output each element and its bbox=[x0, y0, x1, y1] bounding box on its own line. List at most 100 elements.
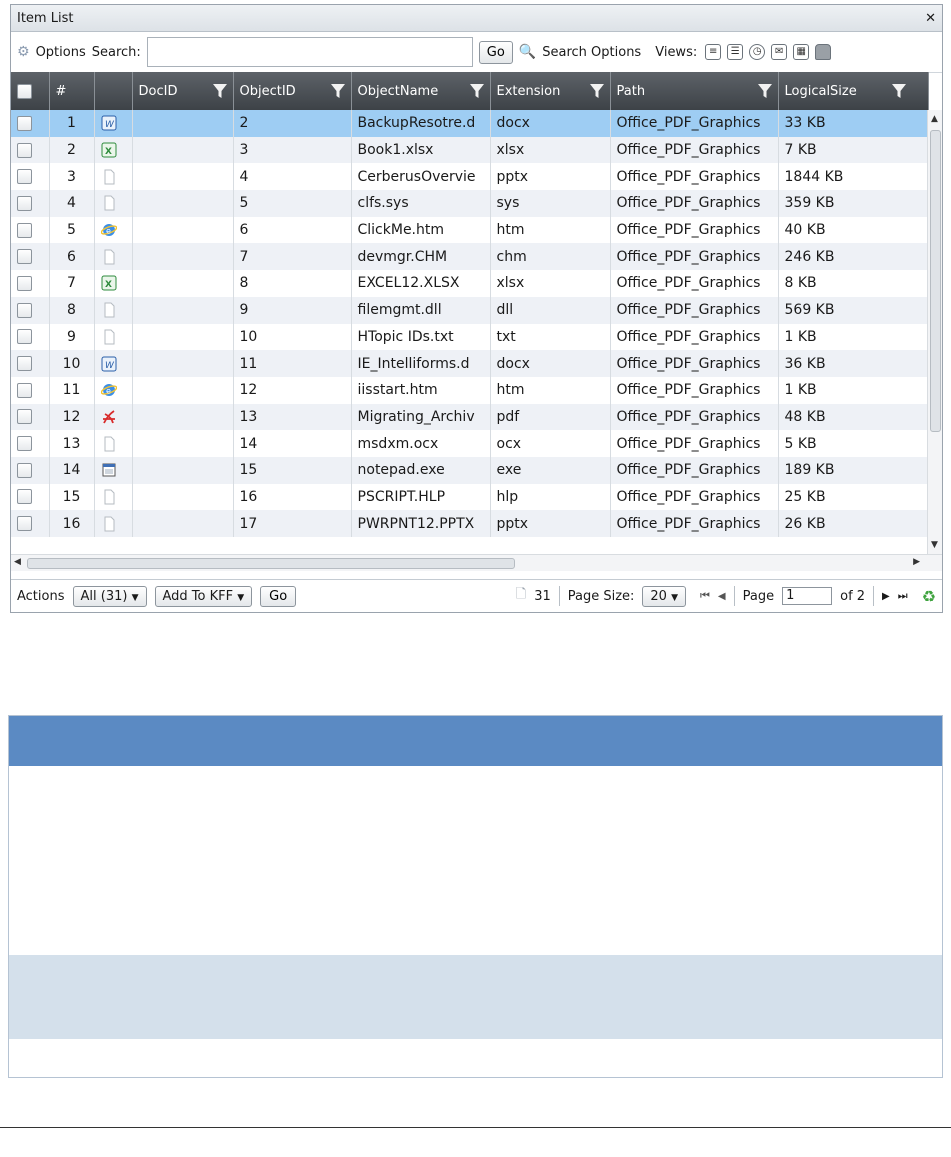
chevron-down-icon: ▼ bbox=[671, 593, 678, 603]
row-checkbox[interactable] bbox=[17, 116, 32, 131]
thumbnail-view-icon[interactable]: ▦ bbox=[793, 44, 809, 60]
column-header-docid[interactable]: DocID bbox=[132, 72, 233, 110]
next-page-icon[interactable]: ▶ bbox=[882, 591, 890, 602]
path-cell: Office_PDF_Graphics bbox=[610, 324, 778, 351]
column-header-path[interactable]: Path bbox=[610, 72, 778, 110]
vertical-scroll-thumb[interactable] bbox=[930, 130, 941, 432]
row-checkbox-cell[interactable] bbox=[11, 270, 49, 297]
table-row[interactable]: 16 17 PWRPNT12.PPTX pptx Office_PDF_Graphics… bbox=[11, 510, 928, 537]
file-type-cell bbox=[94, 190, 132, 217]
row-checkbox[interactable] bbox=[17, 249, 32, 264]
column-header-logicalsize[interactable]: LogicalSize bbox=[778, 72, 928, 110]
column-header-extension[interactable]: Extension bbox=[490, 72, 610, 110]
scroll-left-icon[interactable]: ◀ bbox=[14, 557, 21, 567]
row-checkbox[interactable] bbox=[17, 329, 32, 344]
first-page-icon[interactable]: ⏮ bbox=[700, 589, 710, 603]
row-checkbox-cell[interactable] bbox=[11, 137, 49, 164]
row-checkbox-cell[interactable] bbox=[11, 324, 49, 351]
row-checkbox[interactable] bbox=[17, 276, 32, 291]
table-row[interactable]: 2 X 3 Book1.xlsx xlsx Office_PDF_Graphics 7 KB bbox=[11, 137, 928, 164]
search-options-icon[interactable]: 🔍 bbox=[519, 44, 536, 60]
row-checkbox[interactable] bbox=[17, 196, 32, 211]
row-checkbox[interactable] bbox=[17, 436, 32, 451]
row-checkbox[interactable] bbox=[17, 516, 32, 531]
scope-dropdown[interactable]: All (31) ▼ bbox=[73, 586, 147, 607]
detail-view-icon[interactable]: ☰ bbox=[727, 44, 743, 60]
table-row[interactable]: 11 e 12 iisstart.htm htm Office_PDF_Graphics 1… bbox=[11, 377, 928, 404]
extension-filter-icon[interactable] bbox=[590, 83, 604, 99]
table-row[interactable]: 14 15 notepad.exe exe Office_PDF_Graphics 189… bbox=[11, 457, 928, 484]
row-checkbox-cell[interactable] bbox=[11, 377, 49, 404]
row-checkbox[interactable] bbox=[17, 303, 32, 318]
select-all-checkbox[interactable] bbox=[17, 84, 32, 99]
row-checkbox-cell[interactable] bbox=[11, 297, 49, 324]
horizontal-scrollbar[interactable]: ◀ ▶ bbox=[11, 554, 942, 571]
table-row[interactable]: 3 4 CerberusOvervie pptx Office_PDF_Graphics… bbox=[11, 163, 928, 190]
column-header-objectid[interactable]: ObjectID bbox=[233, 72, 351, 110]
table-row[interactable]: 1 W 2 BackupResotre.d docx Office_PDF_Graphic… bbox=[11, 110, 928, 137]
row-checkbox-cell[interactable] bbox=[11, 510, 49, 537]
database-view-icon[interactable] bbox=[815, 44, 831, 60]
row-checkbox[interactable] bbox=[17, 223, 32, 238]
options-icon[interactable]: ⚙ bbox=[17, 44, 30, 60]
row-checkbox-cell[interactable] bbox=[11, 110, 49, 137]
row-checkbox-cell[interactable] bbox=[11, 404, 49, 431]
table-row[interactable]: 6 7 devmgr.CHM chm Office_PDF_Graphics 246 KB bbox=[11, 243, 928, 270]
page-size-dropdown[interactable]: 20 ▼ bbox=[642, 586, 686, 607]
refresh-icon[interactable]: ♻ bbox=[922, 587, 936, 606]
row-checkbox-cell[interactable] bbox=[11, 190, 49, 217]
scroll-up-icon[interactable]: ▲ bbox=[931, 114, 938, 124]
path-cell: Office_PDF_Graphics bbox=[610, 350, 778, 377]
file-type-cell: W bbox=[94, 350, 132, 377]
row-checkbox[interactable] bbox=[17, 143, 32, 158]
row-checkbox[interactable] bbox=[17, 169, 32, 184]
actions-go-button[interactable]: Go bbox=[260, 586, 296, 607]
table-row[interactable]: 8 9 filemgmt.dll dll Office_PDF_Graphics 569 … bbox=[11, 297, 928, 324]
row-checkbox-cell[interactable] bbox=[11, 243, 49, 270]
options-button[interactable]: Options bbox=[36, 45, 86, 60]
email-view-icon[interactable]: ✉ bbox=[771, 44, 787, 60]
search-input[interactable] bbox=[147, 37, 473, 67]
row-checkbox-cell[interactable] bbox=[11, 484, 49, 511]
search-options-button[interactable]: Search Options bbox=[542, 45, 641, 60]
path-filter-icon[interactable] bbox=[758, 83, 772, 99]
select-all-column[interactable] bbox=[11, 72, 49, 110]
docid-filter-icon[interactable] bbox=[213, 83, 227, 99]
row-checkbox-cell[interactable] bbox=[11, 430, 49, 457]
table-row[interactable]: 5 e 6 ClickMe.htm htm Office_PDF_Graphics 40 K… bbox=[11, 217, 928, 244]
column-header-objectname[interactable]: ObjectName bbox=[351, 72, 490, 110]
row-checkbox[interactable] bbox=[17, 383, 32, 398]
row-checkbox[interactable] bbox=[17, 463, 32, 478]
table-row[interactable]: 10 W 11 IE_Intelliforms.d docx Office_PDF_Gra… bbox=[11, 350, 928, 377]
vertical-scrollbar[interactable]: ▲ ▼ bbox=[927, 110, 942, 554]
row-checkbox-cell[interactable] bbox=[11, 350, 49, 377]
row-checkbox-cell[interactable] bbox=[11, 163, 49, 190]
row-checkbox-cell[interactable] bbox=[11, 217, 49, 244]
logicalsize-filter-icon[interactable] bbox=[892, 83, 906, 99]
row-checkbox-cell[interactable] bbox=[11, 457, 49, 484]
row-checkbox[interactable] bbox=[17, 409, 32, 424]
table-row[interactable]: 13 14 msdxm.ocx ocx Office_PDF_Graphics 5 KB bbox=[11, 430, 928, 457]
last-page-icon[interactable]: ⏭ bbox=[898, 589, 908, 603]
table-row[interactable]: 9 10 HTopic IDs.txt txt Office_PDF_Graphics 1… bbox=[11, 324, 928, 351]
previous-page-icon[interactable]: ◀ bbox=[718, 591, 726, 602]
scroll-down-icon[interactable]: ▼ bbox=[931, 540, 938, 550]
scroll-right-icon[interactable]: ▶ bbox=[913, 557, 920, 567]
objectid-filter-icon[interactable] bbox=[331, 83, 345, 99]
table-row[interactable]: 15 16 PSCRIPT.HLP hlp Office_PDF_Graphics 25 … bbox=[11, 484, 928, 511]
timeline-view-icon[interactable]: ◷ bbox=[749, 44, 765, 60]
close-icon[interactable]: ✕ bbox=[925, 11, 936, 26]
action-dropdown[interactable]: Add To KFF ▼ bbox=[155, 586, 253, 607]
row-checkbox[interactable] bbox=[17, 489, 32, 504]
search-go-button[interactable]: Go bbox=[479, 41, 513, 64]
horizontal-scroll-thumb[interactable] bbox=[27, 558, 515, 569]
table-row[interactable]: 7 X 8 EXCEL12.XLSX xlsx Office_PDF_Graphics 8 … bbox=[11, 270, 928, 297]
table-row[interactable]: 4 5 clfs.sys sys Office_PDF_Graphics 359 KB bbox=[11, 190, 928, 217]
row-checkbox[interactable] bbox=[17, 356, 32, 371]
column-header-icon bbox=[94, 72, 132, 110]
objectname-filter-icon[interactable] bbox=[470, 83, 484, 99]
table-row[interactable]: 12 13 Migrating_Archiv pdf Office_PDF_Graphi… bbox=[11, 404, 928, 431]
column-header-number[interactable]: # bbox=[49, 72, 94, 110]
list-view-icon[interactable]: ≡ bbox=[705, 44, 721, 60]
page-number-input[interactable]: 1 bbox=[782, 587, 832, 605]
